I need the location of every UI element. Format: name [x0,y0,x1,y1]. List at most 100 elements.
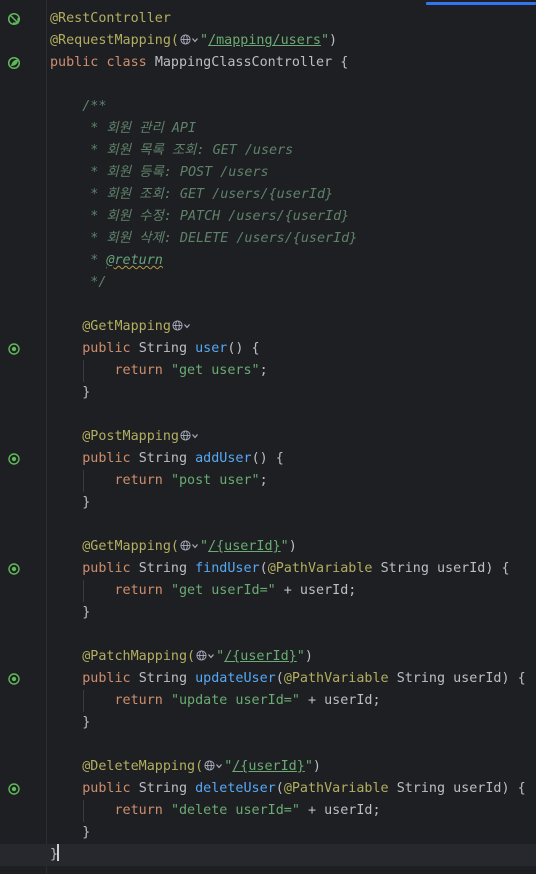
web-endpoint-icon[interactable] [7,782,21,796]
code-text[interactable]: @RestController [50,8,171,30]
code-text[interactable]: public String addUser() { [50,448,284,470]
bean-icon[interactable] [7,12,21,26]
code-line[interactable] [0,404,536,426]
code-line[interactable]: * 회원 조회: GET /users/{userId} [0,184,536,206]
code-line[interactable]: @GetMapping("/{userId}") [0,536,536,558]
chevron-down-icon[interactable] [191,36,199,44]
code-token: "get users" [170,363,260,378]
code-text[interactable]: @PatchMapping("/{userId}") [50,646,313,668]
code-line[interactable]: @DeleteMapping("/{userId}") [0,756,536,778]
code-line[interactable]: } [0,602,536,624]
code-line[interactable]: public String user() { [0,338,536,360]
code-text[interactable]: public String deleteUser(@PathVariable S… [50,778,526,800]
code-line[interactable]: } [0,382,536,404]
code-token: * 회원 삭제: DELETE /users/{userId} [50,231,358,246]
code-line[interactable]: * 회원 수정: PATCH /users/{userId} [0,206,536,228]
code-text[interactable]: } [50,844,60,866]
code-line[interactable]: * 회원 삭제: DELETE /users/{userId} [0,228,536,250]
code-text[interactable]: * @return [50,250,163,272]
code-text[interactable]: return "update userId=" + userId; [50,690,381,712]
chevron-down-icon[interactable] [191,542,199,550]
code-line[interactable] [0,514,536,536]
code-text[interactable]: @GetMapping [50,316,192,338]
code-text[interactable]: return "get userId=" + userId; [50,580,357,602]
code-line[interactable]: @PostMapping [0,426,536,448]
code-text[interactable]: return "delete userId=" + userId; [50,800,381,822]
globe-icon[interactable] [180,34,191,45]
code-token: String userId) { [396,781,526,796]
code-text[interactable]: } [50,382,90,404]
editor-scroll-indicator[interactable] [426,2,536,5]
code-line[interactable]: public String findUser(@PathVariable Str… [0,558,536,580]
code-text[interactable]: * 회원 등록: POST /users [50,162,268,184]
code-line[interactable]: public class MappingClassController { [0,52,536,74]
code-line[interactable]: @RestController [0,8,536,30]
code-line[interactable]: * 회원 관리 API [0,118,536,140]
code-line[interactable]: return "post user"; [0,470,536,492]
code-text[interactable]: * 회원 목록 조회: GET /users [50,140,293,162]
code-line[interactable]: return "delete userId=" + userId; [0,800,536,822]
code-line[interactable]: return "get userId=" + userId; [0,580,536,602]
code-line[interactable] [0,74,536,96]
code-text[interactable]: @DeleteMapping("/{userId}") [50,756,321,778]
chevron-down-icon[interactable] [215,762,223,770]
code-text[interactable]: * 회원 관리 API [50,118,196,140]
code-text[interactable]: } [50,712,90,734]
code-text[interactable]: @PostMapping [50,426,200,448]
code-text[interactable]: */ [50,272,106,294]
code-line[interactable]: */ [0,272,536,294]
code-line[interactable]: } [0,712,536,734]
code-text[interactable]: } [50,822,90,844]
code-text[interactable]: /** [50,96,106,118]
code-line[interactable]: @RequestMapping("/mapping/users") [0,30,536,52]
web-endpoint-icon[interactable] [7,342,21,356]
code-line[interactable] [0,624,536,646]
code-line[interactable]: public String updateUser(@PathVariable S… [0,668,536,690]
code-line[interactable]: } [0,844,536,866]
code-line[interactable]: * 회원 목록 조회: GET /users [0,140,536,162]
code-text[interactable]: * 회원 삭제: DELETE /users/{userId} [50,228,357,250]
bean-leaf-icon[interactable] [7,56,21,70]
globe-icon[interactable] [180,430,191,441]
code-line[interactable]: return "get users"; [0,360,536,382]
code-text[interactable]: @RequestMapping("/mapping/users") [50,30,337,52]
code-line[interactable]: public String deleteUser(@PathVariable S… [0,778,536,800]
code-editor[interactable]: @RestController @RequestMapping("/mapping… [0,0,536,874]
code-text[interactable]: public String updateUser(@PathVariable S… [50,668,525,690]
code-text[interactable]: } [50,602,90,624]
code-line[interactable]: @GetMapping [0,316,536,338]
code-line[interactable]: * @return [0,250,536,272]
code-line[interactable]: public String addUser() { [0,448,536,470]
chevron-down-icon[interactable] [183,322,191,330]
code-token: public [82,451,139,466]
web-endpoint-icon[interactable] [7,452,21,466]
globe-icon[interactable] [180,540,191,551]
globe-icon[interactable] [204,760,215,771]
code-text[interactable]: } [50,492,90,514]
globe-icon[interactable] [172,320,183,331]
code-text[interactable]: public class MappingClassController { [50,52,348,74]
chevron-down-icon[interactable] [207,652,215,660]
code-line[interactable]: @PatchMapping("/{userId}") [0,646,536,668]
code-line[interactable]: return "update userId=" + userId; [0,690,536,712]
code-text[interactable]: public String findUser(@PathVariable Str… [50,558,509,580]
code-line[interactable]: } [0,822,536,844]
code-line[interactable] [0,734,536,756]
code-text[interactable]: * 회원 조회: GET /users/{userId} [50,184,333,206]
code-line[interactable] [0,294,536,316]
web-endpoint-icon[interactable] [7,672,21,686]
code-token: public [50,55,107,70]
code-token: } [50,495,91,510]
code-text[interactable]: @GetMapping("/{userId}") [50,536,297,558]
chevron-down-icon[interactable] [191,432,199,440]
code-line[interactable]: } [0,492,536,514]
code-text[interactable]: * 회원 수정: PATCH /users/{userId} [50,206,349,228]
web-endpoint-icon[interactable] [7,562,21,576]
code-text[interactable]: public String user() { [50,338,259,360]
globe-icon[interactable] [196,650,207,661]
code-line[interactable]: /** [0,96,536,118]
code-line[interactable]: * 회원 등록: POST /users [0,162,536,184]
code-token: deleteUser [195,781,276,796]
